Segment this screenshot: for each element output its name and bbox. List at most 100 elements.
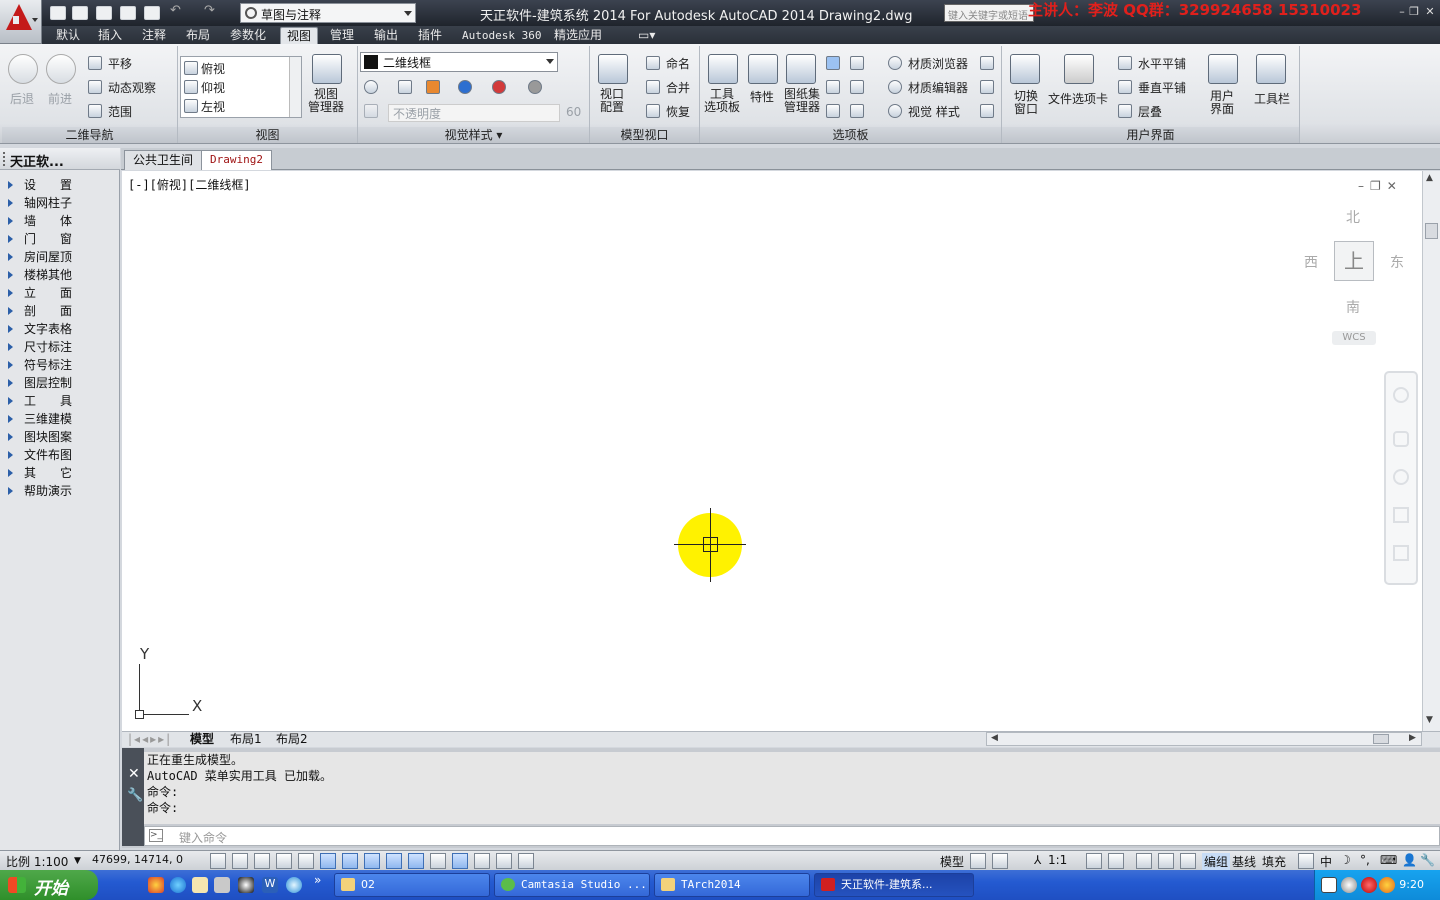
ie-icon[interactable] xyxy=(170,877,186,893)
pan-hand-icon[interactable] xyxy=(1393,431,1409,447)
drawing-viewport[interactable]: [-][俯视][二维线框] –❐✕ 北 西 东 南 上 WCS Y X xyxy=(122,171,1422,731)
notepad-icon[interactable] xyxy=(192,877,208,893)
pan-button[interactable]: 平移 xyxy=(108,55,132,72)
workspace-dropdown[interactable]: 草图与注释 xyxy=(240,3,416,23)
open-file-icon[interactable] xyxy=(72,6,88,20)
security-tray-icon[interactable] xyxy=(1361,877,1377,893)
layout-tab-1[interactable]: 布局1 xyxy=(230,732,262,747)
viewport-window-controls[interactable]: –❐✕ xyxy=(1358,179,1403,193)
scroll-up-icon[interactable]: ▲ xyxy=(1426,173,1433,183)
wrench-icon[interactable]: 🔧 xyxy=(127,788,143,803)
viewport-config-icon[interactable] xyxy=(598,54,628,84)
qq-icon[interactable] xyxy=(238,877,254,893)
tz-item-blocks[interactable]: 图块图案 xyxy=(0,428,120,446)
tz-item-section[interactable]: 剖 面 xyxy=(0,302,120,320)
shadow-icon[interactable] xyxy=(398,80,412,94)
tz-item-rooms[interactable]: 房间屋顶 xyxy=(0,248,120,266)
command-line-icon[interactable] xyxy=(826,56,840,70)
undo-icon[interactable]: ↶ xyxy=(170,3,186,18)
ime-tray-icon[interactable] xyxy=(1321,877,1337,893)
design-center-icon[interactable] xyxy=(850,80,864,94)
command-prompt-icon[interactable]: >_ xyxy=(149,829,163,842)
print-icon[interactable] xyxy=(144,6,160,20)
tab-annotate[interactable]: 注释 xyxy=(136,27,172,44)
annotation-scale-icon[interactable]: ⅄ xyxy=(1034,853,1041,867)
layout-tab-2[interactable]: 布局2 xyxy=(276,732,308,747)
infer-constraints-icon[interactable] xyxy=(210,853,226,869)
visual-style-dropdown[interactable]: 二维线框 xyxy=(360,52,558,72)
minimize-icon[interactable]: – xyxy=(1396,6,1408,18)
named-button[interactable]: 命名 xyxy=(666,55,690,72)
view-top[interactable]: 俯视 xyxy=(201,60,225,77)
scroll-thumb[interactable] xyxy=(1373,734,1389,744)
annotation-monitor-icon[interactable] xyxy=(518,853,534,869)
task-tarch2014[interactable]: TArch2014 xyxy=(654,873,810,897)
command-input[interactable]: >_ 键入命令 xyxy=(144,826,1440,846)
cascade-button[interactable]: 层叠 xyxy=(1138,103,1162,120)
orbit-button[interactable]: 动态观察 xyxy=(108,79,156,96)
vertical-scrollbar[interactable]: ▲ ▼ xyxy=(1422,171,1440,731)
auto-scale-icon[interactable] xyxy=(1108,853,1124,869)
lock-ui-icon[interactable] xyxy=(1158,853,1174,869)
back-icon[interactable] xyxy=(8,54,38,84)
more-icon[interactable]: » xyxy=(314,873,321,887)
save-as-icon[interactable] xyxy=(120,6,136,20)
tz-item-layers[interactable]: 图层控制 xyxy=(0,374,120,392)
snap-mode-icon[interactable] xyxy=(232,853,248,869)
switch-windows-icon[interactable] xyxy=(1010,54,1040,84)
save-icon[interactable] xyxy=(96,6,112,20)
viewport-controls-label[interactable]: [-][俯视][二维线框] xyxy=(128,176,251,193)
restore-icon[interactable]: ❐ xyxy=(1408,6,1420,18)
ime-user-icon[interactable]: 👤 xyxy=(1402,853,1417,867)
compass-east[interactable]: 东 xyxy=(1390,252,1404,272)
tz-item-axis[interactable]: 轴网柱子 xyxy=(0,194,120,212)
scroll-right-icon[interactable]: ▶ xyxy=(1409,733,1416,743)
edge-effect-icon[interactable] xyxy=(364,80,378,94)
application-menu-button[interactable] xyxy=(0,0,42,44)
tab-insert[interactable]: 插入 xyxy=(92,27,128,44)
object-snap-icon[interactable] xyxy=(320,853,336,869)
tz-item-tools[interactable]: 工 具 xyxy=(0,392,120,410)
view-left[interactable]: 左视 xyxy=(201,98,225,115)
user-interface-icon[interactable] xyxy=(1208,54,1238,84)
task-camtasia[interactable]: Camtasia Studio ... xyxy=(494,873,650,897)
lights-icon[interactable] xyxy=(458,80,472,94)
render-icon[interactable] xyxy=(980,56,994,70)
quick-properties-icon[interactable] xyxy=(474,853,490,869)
annotation-visibility-icon[interactable] xyxy=(1086,853,1102,869)
ime-icon[interactable] xyxy=(1298,853,1314,869)
annotation-scale[interactable]: 1:1 xyxy=(1048,853,1067,867)
new-file-icon[interactable] xyxy=(50,6,66,20)
wcs-dropdown[interactable]: WCS xyxy=(1332,331,1376,345)
ime-keyboard-icon[interactable]: ⌨ xyxy=(1380,853,1397,867)
close-icon[interactable]: ✕ xyxy=(128,766,140,782)
layout-nav-arrows[interactable]: |◂◂▸▸| xyxy=(128,732,172,747)
forward-icon[interactable] xyxy=(46,54,76,84)
ime-wrench-icon[interactable]: 🔧 xyxy=(1420,853,1435,867)
dynamic-input-icon[interactable] xyxy=(408,853,424,869)
task-tianzheng[interactable]: 天正软件-建筑系... xyxy=(814,873,974,897)
doc-tab-public-toilet[interactable]: 公共卫生间 xyxy=(124,150,203,170)
tab-view[interactable]: 视图 xyxy=(280,27,319,44)
opacity-slider[interactable]: 不透明度 xyxy=(388,104,560,122)
tz-item-settings[interactable]: 设 置 xyxy=(0,176,120,194)
qq-tray-icon[interactable] xyxy=(1379,877,1395,893)
baseline-toggle[interactable]: 基线 xyxy=(1232,853,1256,870)
ime-punct-icon[interactable]: °, xyxy=(1360,853,1370,867)
steering-wheel-icon[interactable] xyxy=(1393,387,1409,403)
tz-item-text-tables[interactable]: 文字表格 xyxy=(0,320,120,338)
layer-palette-icon[interactable] xyxy=(850,56,864,70)
polar-tracking-icon[interactable] xyxy=(298,853,314,869)
zoom-icon[interactable] xyxy=(1393,469,1409,485)
ime-chinese-icon[interactable]: 中 xyxy=(1320,853,1332,870)
tile-vertical-button[interactable]: 垂直平铺 xyxy=(1138,79,1186,96)
tz-item-dimensions[interactable]: 尺寸标注 xyxy=(0,338,120,356)
scroll-left-icon[interactable]: ◀ xyxy=(991,733,998,743)
quick-calc-icon[interactable] xyxy=(826,80,840,94)
tab-parametric[interactable]: 参数化 xyxy=(224,27,272,44)
tz-item-3d-modeling[interactable]: 三维建模 xyxy=(0,410,120,428)
file-tabs-icon[interactable] xyxy=(1064,54,1094,84)
environment-icon[interactable] xyxy=(528,80,542,94)
redo-icon[interactable]: ↷ xyxy=(204,3,220,18)
ribbon-toggle-icon[interactable]: ▭▾ xyxy=(632,27,661,44)
